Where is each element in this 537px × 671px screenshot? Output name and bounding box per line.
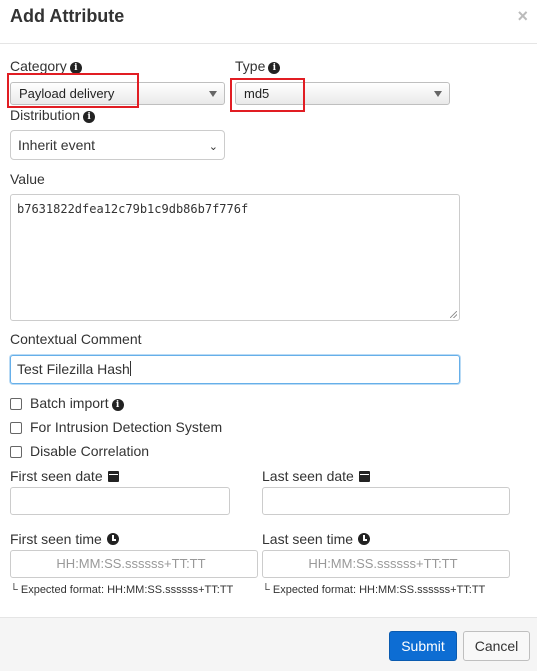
- last-seen-time-input[interactable]: HH:MM:SS.ssssss+TT:TT: [262, 550, 510, 578]
- last-seen-time-label: Last seen time: [262, 531, 354, 547]
- help-corner-glyph: └: [262, 584, 270, 596]
- category-label: Category: [10, 58, 67, 74]
- expected-format-text: Expected format: HH:MM:SS.ssssss+TT:TT: [272, 584, 486, 596]
- last-seen-time-help: └ Expected format: HH:MM:SS.ssssss+TT:TT: [262, 584, 485, 596]
- first-seen-date-input[interactable]: [10, 487, 230, 515]
- add-attribute-modal: Add Attribute × Category i Payload delive…: [0, 0, 537, 671]
- first-seen-time-help: └ Expected format: HH:MM:SS.ssssss+TT:TT: [10, 584, 233, 596]
- last-seen-date-input[interactable]: [262, 487, 510, 515]
- info-icon[interactable]: i: [83, 111, 96, 123]
- first-seen-date-label: First seen date: [10, 468, 103, 484]
- dropdown-arrow-icon: [434, 91, 442, 97]
- modal-header: Add Attribute ×: [0, 0, 537, 44]
- resize-grip-icon[interactable]: [450, 311, 457, 318]
- dropdown-arrow-icon: [209, 91, 217, 97]
- info-icon[interactable]: i: [69, 62, 82, 74]
- type-label-group: Type i: [235, 58, 281, 74]
- first-seen-time-label-group: First seen time: [10, 531, 119, 547]
- first-seen-time-input[interactable]: HH:MM:SS.ssssss+TT:TT: [10, 550, 258, 578]
- category-label-group: Category i: [10, 58, 82, 74]
- cancel-button[interactable]: Cancel: [463, 631, 530, 661]
- disable-correlation-checkbox[interactable]: [10, 446, 22, 458]
- comment-input[interactable]: Test Filezilla Hash: [10, 355, 460, 384]
- clock-icon: [106, 533, 119, 545]
- clock-icon: [358, 533, 371, 545]
- text-caret: [129, 361, 131, 376]
- calendar-icon: [358, 471, 370, 482]
- batch-import-checkbox[interactable]: [10, 398, 22, 410]
- distribution-select-value: Inherit event: [18, 137, 96, 153]
- category-select-value: Payload delivery: [19, 86, 115, 101]
- ids-label: For Intrusion Detection System: [30, 419, 223, 435]
- help-corner-glyph: └: [10, 584, 18, 596]
- last-seen-date-label: Last seen date: [262, 468, 354, 484]
- distribution-label: Distribution: [10, 107, 81, 123]
- batch-import-label: Batch import: [30, 395, 109, 411]
- first-seen-time-label: First seen time: [10, 531, 102, 547]
- first-seen-time-placeholder: HH:MM:SS.ssssss+TT:TT: [56, 556, 206, 571]
- last-seen-time-label-group: Last seen time: [262, 531, 371, 547]
- modal-title: Add Attribute: [10, 6, 125, 26]
- modal-footer: Submit Cancel: [0, 617, 537, 671]
- type-label: Type: [235, 58, 266, 74]
- submit-button[interactable]: Submit: [389, 631, 457, 661]
- disable-correlation-label: Disable Correlation: [30, 443, 150, 459]
- value-label: Value: [10, 171, 45, 187]
- close-icon[interactable]: ×: [517, 6, 528, 26]
- distribution-label-group: Distribution i: [10, 107, 96, 123]
- category-select[interactable]: Payload delivery: [10, 82, 225, 105]
- last-seen-time-placeholder: HH:MM:SS.ssssss+TT:TT: [308, 556, 458, 571]
- type-select[interactable]: md5: [235, 82, 450, 105]
- value-text: b7631822dfea12c79b1c9db86b7f776f: [17, 202, 249, 216]
- info-icon[interactable]: i: [111, 399, 124, 411]
- expected-format-text: Expected format: HH:MM:SS.ssssss+TT:TT: [20, 584, 234, 596]
- comment-label: Contextual Comment: [10, 331, 142, 347]
- chevron-down-icon: ⌄: [208, 141, 218, 153]
- calendar-icon: [107, 471, 119, 482]
- comment-text: Test Filezilla Hash: [17, 361, 130, 377]
- value-textarea[interactable]: b7631822dfea12c79b1c9db86b7f776f: [10, 194, 460, 321]
- type-select-value: md5: [244, 86, 270, 101]
- batch-import-label-group: Batch import i: [30, 395, 124, 411]
- info-icon[interactable]: i: [268, 62, 281, 74]
- last-seen-date-label-group: Last seen date: [262, 468, 370, 484]
- ids-checkbox[interactable]: [10, 422, 22, 434]
- distribution-select[interactable]: Inherit event ⌄: [10, 130, 225, 160]
- first-seen-date-label-group: First seen date: [10, 468, 119, 484]
